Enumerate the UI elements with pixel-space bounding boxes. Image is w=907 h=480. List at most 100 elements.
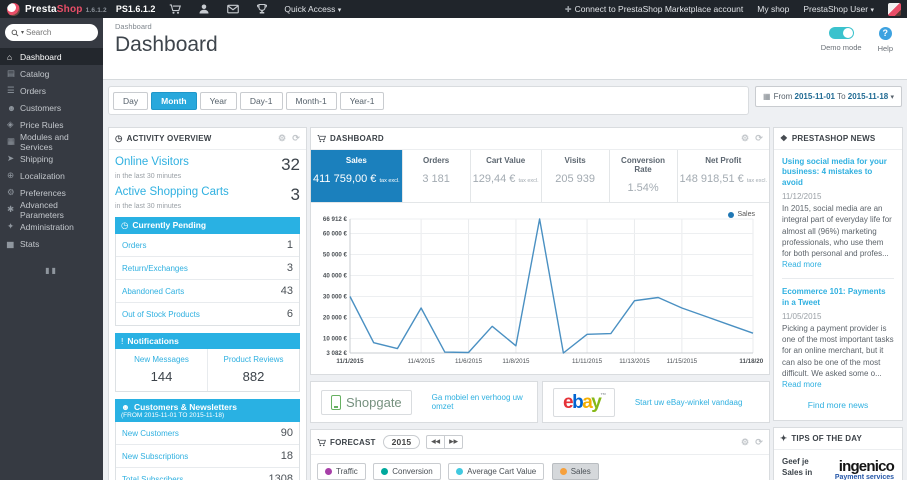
breadcrumb[interactable]: Dashboard [115, 22, 897, 31]
news-article-title[interactable]: Using social media for your business: 4 … [782, 157, 894, 188]
pending-clock-icon: ◷ [121, 220, 129, 230]
quick-access-menu[interactable]: Quick Access ▾ [284, 4, 341, 14]
forecast-toggle-conversion[interactable]: Conversion [373, 463, 441, 480]
sidebar-item-dashboard[interactable]: ⌂ Dashboard [0, 48, 103, 65]
svg-text:11/4/2015: 11/4/2015 [408, 358, 436, 365]
customers-row-new-customers[interactable]: New Customers 90 [116, 422, 299, 445]
read-more-link[interactable]: Read more [782, 260, 822, 269]
range-button-day-1[interactable]: Day-1 [239, 92, 283, 110]
forecast-toggle-sales[interactable]: Sales [551, 463, 599, 480]
messages-icon[interactable] [227, 3, 240, 15]
my-shop-link[interactable]: My shop [757, 4, 789, 14]
read-more-link[interactable]: Read more [782, 380, 822, 389]
pending-row-returns[interactable]: Return/Exchanges 3 [116, 257, 299, 280]
help-label: Help [877, 44, 893, 53]
catalog-icon: ▤ [7, 68, 16, 78]
customers-person-icon: ☻ [121, 402, 130, 412]
range-button-day[interactable]: Day [113, 92, 149, 110]
forecast-toggle-average-cart-value[interactable]: Average Cart Value [448, 463, 545, 480]
orders-icon: ☰ [7, 85, 15, 95]
chart-legend[interactable]: Sales [728, 211, 755, 218]
pending-row-abandoned-carts[interactable]: Abandoned Carts 43 [116, 280, 299, 303]
new-messages-cell[interactable]: New Messages 144 [116, 349, 207, 391]
date-range-buttons: Day Month Year Day-1 Month-1 Year-1 [108, 86, 750, 115]
panel-refresh-icon[interactable]: ⟳ [292, 133, 300, 144]
notifications-alert-icon: ! [121, 336, 124, 346]
forecast-year[interactable]: 2015 [382, 435, 421, 449]
ebay-link[interactable]: Start uw eBay-winkel vandaag [635, 398, 743, 407]
sidebar-item-price-rules[interactable]: ◈ Price Rules [0, 116, 103, 133]
sidebar-item-administration[interactable]: ✦ Administration [0, 218, 103, 235]
marketplace-link[interactable]: ✚ Connect to PrestaShop Marketplace accou… [565, 4, 743, 14]
online-visitors-label[interactable]: Online Visitors [115, 156, 189, 168]
range-button-month[interactable]: Month [151, 92, 197, 110]
stat-visits[interactable]: Visits 205 939 [542, 150, 610, 202]
range-button-month-1[interactable]: Month-1 [285, 92, 337, 110]
sidebar-item-localization[interactable]: ⊕ Localization [0, 167, 103, 184]
stat-orders[interactable]: Orders 3 181 [403, 150, 471, 202]
activity-overview-panel: ◷ ACTIVITY OVERVIEW ⚙ ⟳ Online Visitors 32… [108, 127, 307, 480]
chevron-down-icon: ▾ [870, 7, 874, 14]
divider [782, 278, 894, 280]
online-visitors-value: 32 [281, 155, 300, 174]
svg-text:11/18/201: 11/18/201 [739, 358, 763, 365]
svg-text:50 000 €: 50 000 € [323, 252, 348, 259]
sidebar-collapse-button[interactable]: ▮▮ [0, 266, 103, 275]
ebay-banner[interactable]: ebay™ Start uw eBay-winkel vandaag [542, 381, 770, 423]
sidebar-item-shipping[interactable]: ➤ Shipping [0, 150, 103, 167]
pending-row-out-of-stock[interactable]: Out of Stock Products 6 [116, 303, 299, 325]
sidebar-item-customers[interactable]: ☻ Customers [0, 99, 103, 116]
svg-text:11/8/2015: 11/8/2015 [502, 358, 530, 365]
stat-conversion-rate[interactable]: Conversion Rate 1.54% [610, 150, 678, 202]
dashboard-icon: ⌂ [7, 51, 13, 62]
kpi-stats-row: Sales 411 759,00 € tax excl. Orders 3 181 … [311, 150, 769, 203]
active-carts-label[interactable]: Active Shopping Carts [115, 186, 229, 198]
news-article: Using social media for your business: 4 … [782, 157, 894, 270]
sidebar-item-catalog[interactable]: ▤ Catalog [0, 65, 103, 82]
shopgate-link[interactable]: Ga mobiel en verhoog uw omzet [432, 393, 527, 411]
forecast-toggle-traffic[interactable]: Traffic [317, 463, 366, 480]
sidebar-item-modules[interactable]: ▦ Modules and Services [0, 132, 103, 152]
find-more-news-link[interactable]: Find more news [782, 400, 894, 410]
customers-row-new-subscriptions[interactable]: New Subscriptions 18 [116, 445, 299, 468]
shop-version: PS1.6.1.2 [115, 4, 156, 14]
news-article-date: 11/05/2015 [782, 312, 822, 322]
search-box[interactable]: ▾ [5, 24, 98, 41]
employee-icon[interactable] [198, 3, 210, 15]
stat-sales[interactable]: Sales 411 759,00 € tax excl. [311, 150, 403, 202]
date-range-picker[interactable]: ▦ From 2015-11-01 To 2015-11-18 ▾ [755, 86, 902, 107]
forecast-next-button[interactable]: ▶▶ [444, 436, 462, 448]
sidebar-item-advanced-parameters[interactable]: ✱ Advanced Parameters [0, 200, 103, 220]
tips-of-the-day-panel: ✦ TIPS OF THE DAY ingenico Payment servi… [773, 427, 903, 480]
sidebar-item-stats[interactable]: ▅ Stats [0, 235, 103, 252]
sidebar-item-preferences[interactable]: ⚙ Preferences [0, 184, 103, 201]
demo-mode-toggle[interactable] [828, 27, 854, 39]
shopgate-banner[interactable]: Shopgate Ga mobiel en verhoog uw omzet [310, 381, 538, 423]
user-menu[interactable]: PrestaShop User ▾ [803, 4, 874, 14]
panel-refresh-icon[interactable]: ⟳ [755, 133, 763, 144]
user-avatar[interactable] [888, 2, 901, 16]
trophy-icon[interactable] [256, 3, 268, 15]
range-button-year[interactable]: Year [199, 92, 237, 110]
panel-settings-icon[interactable]: ⚙ [741, 437, 749, 448]
panel-settings-icon[interactable]: ⚙ [741, 133, 749, 144]
prestashop-news-panel: ❖ PRESTASHOP NEWS Using social media for… [773, 127, 903, 422]
panel-refresh-icon[interactable]: ⟳ [755, 437, 763, 448]
customers-row-total-subscribers[interactable]: Total Subscribers 1308 [116, 468, 299, 480]
sidebar-item-orders[interactable]: ☰ Orders [0, 82, 103, 99]
panel-settings-icon[interactable]: ⚙ [278, 133, 286, 144]
tips-panel-title: TIPS OF THE DAY [791, 434, 863, 444]
help-control: ? Help [878, 27, 893, 53]
stat-net-profit[interactable]: Net Profit 148 918,51 € tax excl. [678, 150, 769, 202]
news-article-title[interactable]: Ecommerce 101: Payments in a Tweet [782, 287, 894, 308]
product-reviews-cell[interactable]: Product Reviews 882 [207, 349, 299, 391]
forecast-prev-button[interactable]: ◀◀ [427, 436, 444, 448]
range-button-year-1[interactable]: Year-1 [339, 92, 385, 110]
search-input[interactable] [26, 28, 82, 37]
stat-cart-value[interactable]: Cart Value 129,44 € tax excl. [471, 150, 542, 202]
cart-icon[interactable] [169, 3, 182, 15]
pending-row-orders[interactable]: Orders 1 [116, 234, 299, 257]
help-icon[interactable]: ? [878, 27, 892, 40]
activity-panel-title: ACTIVITY OVERVIEW [126, 134, 212, 143]
search-scope-caret-icon[interactable]: ▾ [21, 29, 24, 36]
